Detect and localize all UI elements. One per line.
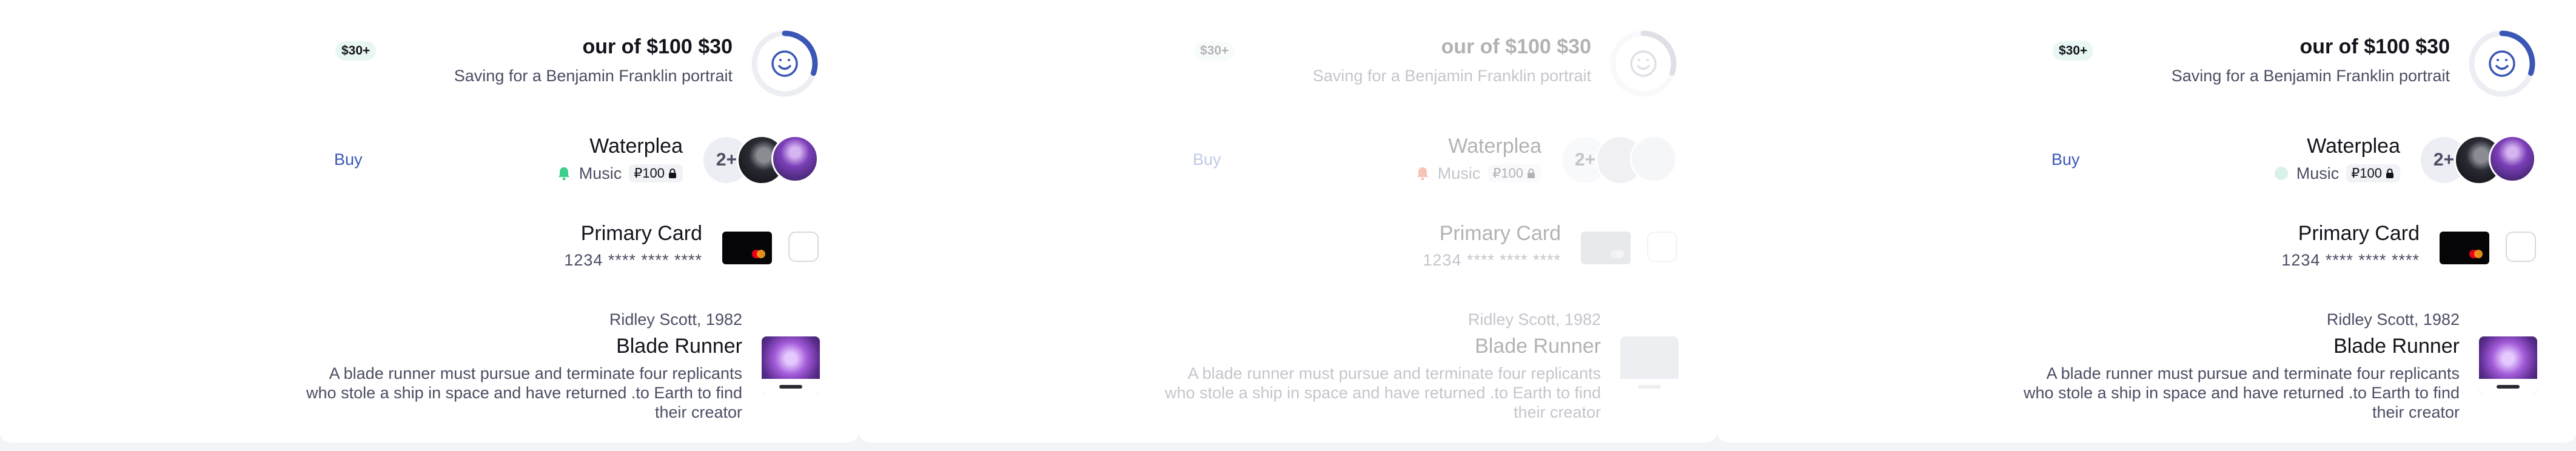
panel-content: $30+ our of $100 $30 Saving for a Benjam… xyxy=(0,0,859,443)
poster-caption-strip xyxy=(1620,379,1679,395)
film-description: A blade runner must pursue and terminate… xyxy=(306,364,742,421)
poster-caption-strip xyxy=(762,379,820,395)
amount-badge: $30+ xyxy=(335,41,377,61)
film-title: Blade Runner xyxy=(1475,335,1601,358)
savings-title: our of $100 $30 xyxy=(2299,35,2450,58)
savings-subtitle: Saving for a Benjamin Franklin portrait xyxy=(2171,67,2450,85)
amount-badge: $30+ xyxy=(2053,41,2094,61)
card-thumbnail xyxy=(1581,232,1631,264)
savings-subtitle: Saving for a Benjamin Franklin portrait xyxy=(1312,67,1591,85)
poster-caption-strip xyxy=(2479,379,2537,395)
track-title: Waterplea xyxy=(1448,135,1541,158)
price-value: ₽100 xyxy=(1492,165,1523,181)
mastercard-icon xyxy=(2469,250,2483,258)
savings-title: our of $100 $30 xyxy=(582,35,733,58)
card-title: Primary Card xyxy=(2298,222,2420,245)
card-number: 1234 **** **** **** xyxy=(2281,251,2420,269)
preview-panel-default: $30+ our of $100 $30 Saving for a Benjam… xyxy=(0,0,859,443)
film-credit: Ridley Scott, 1982 xyxy=(609,310,742,329)
track-tag-label: Music xyxy=(579,164,622,182)
savings-subtitle: Saving for a Benjamin Franklin portrait xyxy=(454,67,733,85)
amount-badge: $30+ xyxy=(1194,41,1235,61)
panel-content: $30+ our of $100 $30 Saving for a Benjam… xyxy=(1717,0,2576,443)
track-title: Waterplea xyxy=(2307,135,2400,158)
card-title: Primary Card xyxy=(1439,222,1561,245)
avatar-stack[interactable]: 2+ xyxy=(1560,135,1682,186)
avatar xyxy=(771,135,819,182)
smile-icon xyxy=(2489,50,2515,77)
film-title: Blade Runner xyxy=(616,335,742,358)
film-description: A blade runner must pursue and terminate… xyxy=(2024,364,2460,421)
card-select-checkbox[interactable] xyxy=(2506,232,2536,262)
preview-panel-alt: $30+ our of $100 $30 Saving for a Benjam… xyxy=(1717,0,2576,443)
avatar xyxy=(2489,135,2536,182)
lock-icon xyxy=(669,169,676,178)
card-thumbnail xyxy=(2440,232,2489,264)
progress-ring xyxy=(751,30,818,97)
mastercard-icon xyxy=(752,250,765,258)
avatar-stack[interactable]: 2+ xyxy=(702,135,823,186)
price-value: ₽100 xyxy=(634,165,665,181)
card-select-checkbox[interactable] xyxy=(788,232,819,262)
avatar xyxy=(1630,135,1677,182)
preview-stage: $30+ our of $100 $30 Saving for a Benjam… xyxy=(0,0,2576,451)
track-meta: Music ₽100 xyxy=(556,164,683,183)
savings-title: our of $100 $30 xyxy=(1441,35,1591,58)
price-chip: ₽100 xyxy=(2346,164,2400,182)
bell-icon xyxy=(1417,167,1428,181)
mastercard-icon xyxy=(1611,250,1624,258)
bell-icon xyxy=(2274,167,2288,180)
film-credit: Ridley Scott, 1982 xyxy=(1467,310,1601,329)
track-tag-label: Music xyxy=(2296,164,2340,182)
card-title: Primary Card xyxy=(580,222,702,245)
preview-panel-faded: $30+ our of $100 $30 Saving for a Benjam… xyxy=(859,0,1717,443)
track-meta: Music ₽100 xyxy=(1415,164,1541,183)
card-number: 1234 **** **** **** xyxy=(1423,251,1561,269)
lock-icon xyxy=(2386,169,2393,178)
film-poster xyxy=(1620,336,1679,395)
track-tag-label: Music xyxy=(1437,164,1481,182)
avatar-stack[interactable]: 2+ xyxy=(2419,135,2540,186)
buy-link[interactable]: Buy xyxy=(2051,150,2080,169)
film-credit: Ridley Scott, 1982 xyxy=(2326,310,2460,329)
track-meta: Music ₽100 xyxy=(2273,164,2400,183)
card-number: 1234 **** **** **** xyxy=(564,251,702,269)
buy-link[interactable]: Buy xyxy=(334,150,363,169)
price-chip: ₽100 xyxy=(629,164,683,182)
film-poster xyxy=(762,336,820,395)
progress-ring xyxy=(1610,30,1677,97)
price-value: ₽100 xyxy=(2351,165,2382,181)
bell-icon xyxy=(558,167,569,181)
track-title: Waterplea xyxy=(589,135,683,158)
panel-content: $30+ our of $100 $30 Saving for a Benjam… xyxy=(859,0,1717,443)
card-select-checkbox[interactable] xyxy=(1647,232,1677,262)
buy-link[interactable]: Buy xyxy=(1193,150,1221,169)
smile-icon xyxy=(771,50,798,77)
lock-icon xyxy=(1528,169,1535,178)
smile-icon xyxy=(1630,50,1657,77)
progress-ring xyxy=(2469,30,2535,97)
card-thumbnail xyxy=(722,232,772,264)
film-poster xyxy=(2479,336,2537,395)
film-title: Blade Runner xyxy=(2333,335,2460,358)
film-description: A blade runner must pursue and terminate… xyxy=(1165,364,1601,421)
price-chip: ₽100 xyxy=(1488,164,1541,182)
